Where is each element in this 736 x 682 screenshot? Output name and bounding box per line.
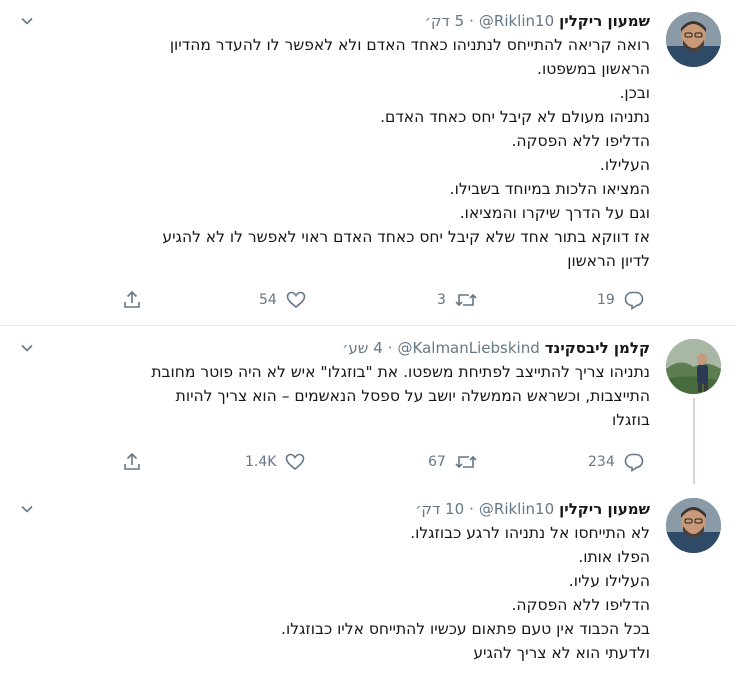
avatar-photo: [666, 498, 721, 553]
tweet-line: הראשון במשפטו.: [537, 60, 650, 78]
separator-dot: ·: [469, 12, 474, 30]
tweet-line: ובכן.: [619, 84, 650, 102]
share-icon: [124, 290, 140, 308]
author-name[interactable]: קלמן ליבסקינד: [545, 337, 650, 359]
separator-dot: ·: [469, 500, 474, 518]
timestamp[interactable]: 10 דק׳: [415, 498, 464, 520]
tweet-line: המציאו הלכות במיוחד בשבילו.: [449, 180, 650, 198]
tweet-line: הדליפו ללא הפסקה.: [511, 132, 650, 150]
like-count: 1.4K: [245, 454, 277, 470]
tweet-line: בוזגלו: [612, 411, 650, 429]
tweet-line: העלילו עליו.: [568, 572, 650, 590]
tweet-line: ולדעתי הוא לא צריך להגיע: [473, 644, 650, 662]
retweet-count: 67: [428, 454, 446, 470]
reply-button[interactable]: 234: [588, 447, 645, 477]
tweet-line: הדליפו ללא הפסקה.: [511, 596, 650, 614]
tweet-riklin-2[interactable]: שמעון ריקלין @Riklin10 · 10 דק׳ לא התייח…: [0, 486, 736, 682]
tweet-line: נתניהו מעולם לא קיבל יחס כאחד האדם.: [380, 108, 650, 126]
reply-icon: [624, 291, 644, 310]
avatar[interactable]: [666, 339, 721, 394]
retweet-count: 3: [437, 292, 446, 308]
retweet-button[interactable]: 67: [428, 447, 478, 477]
author-handle[interactable]: @KalmanLiebskind: [398, 337, 540, 359]
tweet-riklin-1[interactable]: שמעון ריקלין @Riklin10 · 5 דק׳ רואה קריא…: [0, 0, 736, 325]
like-count: 54: [259, 292, 277, 308]
author-handle[interactable]: @Riklin10: [479, 498, 554, 520]
tweet-header: שמעון ריקלין @Riklin10 · 5 דק׳: [16, 10, 650, 32]
reply-count: 234: [588, 454, 615, 470]
share-button[interactable]: [121, 447, 143, 477]
reply-count: 19: [597, 292, 615, 308]
share-button[interactable]: [121, 285, 143, 315]
author-name[interactable]: שמעון ריקלין: [559, 498, 650, 520]
tweet-kalman[interactable]: קלמן ליבסקינד @KalmanLiebskind · 4 שע׳ נ…: [0, 326, 736, 486]
timestamp[interactable]: 4 שע׳: [342, 337, 383, 359]
heart-icon: [286, 291, 306, 309]
tweet-line: נתניהו צריך להתייצב לפתיחת משפטו. את "בו…: [151, 363, 650, 381]
tweet-line: העלילו.: [599, 156, 650, 174]
avatar-photo: [666, 12, 721, 67]
chevron-down-icon[interactable]: [16, 337, 38, 359]
tweet-line: התייצבות, וכשראש הממשלה יושב על ספסל הנא…: [175, 387, 650, 405]
chevron-down-icon[interactable]: [16, 498, 38, 520]
avatar[interactable]: [666, 12, 721, 67]
tweet-text: נתניהו צריך להתייצב לפתיחת משפטו. את "בו…: [16, 360, 650, 432]
tweet-line: וגם על הדרך שיקרו והמציאו.: [459, 204, 650, 222]
retweet-icon: [455, 293, 477, 307]
tweet-line: רואה קריאה להתייחס לנתניהו כאחד האדם ולא…: [169, 36, 650, 54]
author-handle[interactable]: @Riklin10: [479, 10, 554, 32]
reply-button[interactable]: 19: [597, 285, 645, 315]
separator-dot: ·: [387, 339, 393, 357]
reply-icon: [624, 453, 644, 472]
heart-icon: [286, 453, 305, 471]
tweet-header: קלמן ליבסקינד @KalmanLiebskind · 4 שע׳: [16, 337, 650, 359]
timeline: שמעון ריקלין @Riklin10 · 5 דק׳ רואה קריא…: [0, 0, 736, 682]
like-button[interactable]: 54: [259, 285, 307, 315]
timestamp[interactable]: 5 דק׳: [425, 10, 464, 32]
avatar-photo: [666, 339, 721, 394]
tweet-actions: 1.4K 67 234: [0, 447, 736, 477]
retweet-icon: [455, 455, 477, 469]
tweet-text: לא התייחסו אל נתניהו לרגע כבוזגלו. הפלו …: [16, 521, 650, 665]
author-name[interactable]: שמעון ריקלין: [559, 10, 650, 32]
retweet-button[interactable]: 3: [437, 285, 478, 315]
like-button[interactable]: 1.4K: [245, 447, 306, 477]
avatar[interactable]: [666, 498, 721, 553]
tweet-line: לא התייחסו אל נתניהו לרגע כבוזגלו.: [410, 524, 650, 542]
share-icon: [124, 452, 140, 470]
tweet-header: שמעון ריקלין @Riklin10 · 10 דק׳: [16, 498, 650, 520]
chevron-down-icon[interactable]: [16, 10, 38, 32]
tweet-line: אז דווקא בתור אחד שלא קיבל יחס כאחד האדם…: [162, 228, 650, 246]
tweet-line: בכל הכבוד אין טעם פתאום עכשיו להתייחס אל…: [281, 620, 650, 638]
tweet-actions: 54 3 19: [0, 285, 736, 315]
tweet-text: רואה קריאה להתייחס לנתניהו כאחד האדם ולא…: [16, 33, 650, 273]
tweet-line: לדיון הראשון: [567, 252, 650, 270]
tweet-line: הפלו אותו.: [578, 548, 650, 566]
